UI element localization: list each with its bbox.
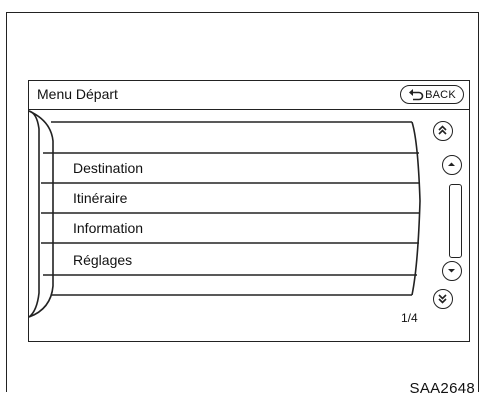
double-chevron-down-icon (438, 294, 447, 304)
scrollbar[interactable] (449, 184, 462, 258)
page-down-button[interactable] (433, 289, 453, 309)
figure-code: SAA2648 (409, 380, 475, 397)
scroll-up-button[interactable] (442, 155, 462, 175)
page-up-button[interactable] (433, 121, 453, 141)
chevron-down-icon (448, 269, 455, 273)
double-chevron-up-icon (438, 125, 447, 135)
menu-item-destination[interactable]: Destination (73, 160, 143, 176)
scroll-down-button[interactable] (442, 261, 462, 281)
menu-item-itineraire[interactable]: Itinéraire (73, 190, 127, 206)
page-indicator: 1/4 (401, 311, 418, 325)
menu-list-frame (29, 110, 421, 318)
menu-screen: Menu Départ BACK Destination Itinéraire … (28, 80, 470, 342)
menu-item-reglages[interactable]: Réglages (73, 252, 132, 268)
menu-item-information[interactable]: Information (73, 220, 143, 236)
chevron-up-icon (448, 162, 455, 166)
